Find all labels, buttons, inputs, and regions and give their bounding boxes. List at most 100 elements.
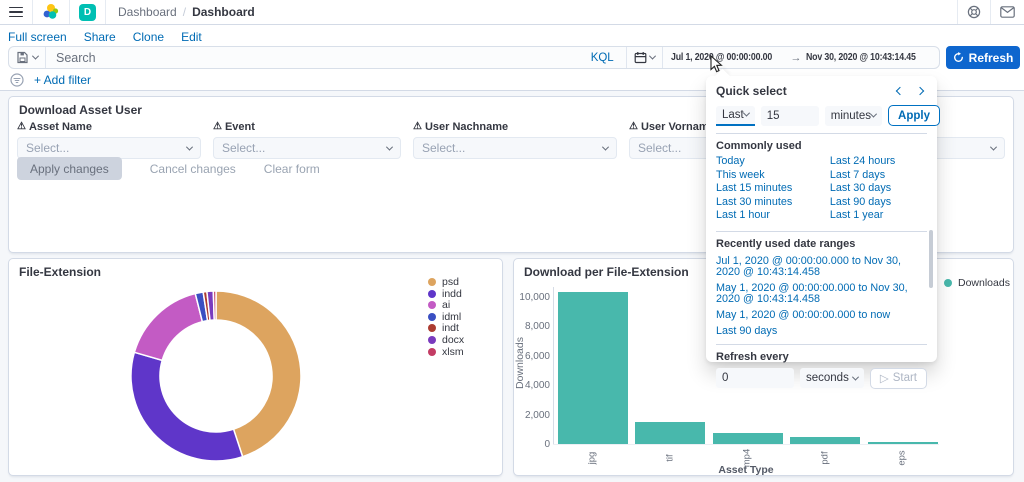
y-tick-label: 8,000 xyxy=(512,321,550,332)
legend-dot xyxy=(428,301,436,309)
legend-dot xyxy=(944,279,952,287)
chevron-down-icon xyxy=(649,53,656,60)
arrow-right-icon: → xyxy=(791,52,802,64)
date-range-display[interactable]: Jul 1, 2020 @ 00:00:00.00 → Nov 30, 2020… xyxy=(662,47,939,68)
bar-tif[interactable] xyxy=(635,422,705,444)
recently-used-links: Jul 1, 2020 @ 00:00:00.000 to Nov 30, 20… xyxy=(716,256,916,337)
bar-pdf[interactable] xyxy=(790,437,860,444)
commonly-used-last-1-hour[interactable]: Last 1 hour xyxy=(716,210,824,224)
amount-input[interactable] xyxy=(761,106,819,126)
refresh-button[interactable]: Refresh xyxy=(946,46,1020,69)
commonly-used-links: Today This week Last 15 minutes Last 30 … xyxy=(716,156,927,224)
logo-section[interactable] xyxy=(33,0,70,24)
help-button[interactable] xyxy=(957,0,990,24)
search-placeholder: Search xyxy=(56,51,96,65)
commonly-used-last-7-days[interactable]: Last 7 days xyxy=(830,170,927,184)
legend-item-idml[interactable]: idml xyxy=(428,313,464,321)
dashboard-toolbar: Full screen Share Clone Edit xyxy=(0,28,202,46)
saved-query-icon xyxy=(16,51,29,64)
legend-item-docx[interactable]: docx xyxy=(428,336,464,344)
share-button[interactable]: Share xyxy=(84,30,116,44)
popup-scrollbar[interactable] xyxy=(929,230,933,288)
y-axis-title: Downloads xyxy=(514,333,526,393)
event-select[interactable]: Select... xyxy=(213,137,401,159)
date-start[interactable]: Jul 1, 2020 @ 00:00:00.00 xyxy=(671,52,772,63)
commonly-used-last-15-minutes[interactable]: Last 15 minutes xyxy=(716,183,824,197)
kql-language-button[interactable]: KQL xyxy=(591,52,616,64)
recent-range-3[interactable]: May 1, 2020 @ 00:00:00.000 to now xyxy=(716,310,916,321)
refresh-every-title: Refresh every xyxy=(716,351,927,363)
quick-apply-button[interactable]: Apply xyxy=(888,105,940,126)
bar-eps[interactable] xyxy=(868,442,938,444)
chevron-down-icon xyxy=(602,143,609,150)
chevron-down-icon xyxy=(186,143,193,150)
commonly-used-last-30-minutes[interactable]: Last 30 minutes xyxy=(716,197,824,211)
tense-select[interactable]: Last xyxy=(716,106,755,126)
space-avatar[interactable]: D xyxy=(79,4,96,21)
filter-options-icon[interactable] xyxy=(10,73,24,87)
commonly-used-this-week[interactable]: This week xyxy=(716,170,824,184)
asset-name-select[interactable]: Select... xyxy=(17,137,201,159)
edit-button[interactable]: Edit xyxy=(181,30,202,44)
refresh-label: Refresh xyxy=(969,51,1014,65)
bar-jpg[interactable] xyxy=(558,292,628,444)
date-quick-select-button[interactable] xyxy=(626,47,662,68)
commonly-used-last-30-days[interactable]: Last 30 days xyxy=(830,183,927,197)
legend-dot xyxy=(428,290,436,298)
commonly-used-today[interactable]: Today xyxy=(716,156,824,170)
commonly-used-last-90-days[interactable]: Last 90 days xyxy=(830,197,927,211)
bar-mp4[interactable] xyxy=(713,433,783,444)
commonly-used-last-24-hours[interactable]: Last 24 hours xyxy=(830,156,927,170)
start-refresh-button[interactable]: ▷Start xyxy=(870,368,927,389)
header-right xyxy=(957,0,1024,24)
refresh-unit-select[interactable]: seconds xyxy=(800,368,864,388)
recent-range-4[interactable]: Last 90 days xyxy=(716,326,916,337)
saved-query-menu-button[interactable] xyxy=(9,47,46,68)
date-picker-popup: Quick select Last minutes Apply Commonly… xyxy=(706,76,937,362)
help-lifebuoy-icon xyxy=(967,5,981,19)
apply-changes-button[interactable]: Apply changes xyxy=(17,157,122,180)
donut-slice-indd[interactable] xyxy=(131,352,243,461)
donut-slice-xlsm[interactable] xyxy=(213,291,216,320)
divider xyxy=(716,231,927,232)
legend-dot xyxy=(428,336,436,344)
recent-range-2[interactable]: May 1, 2020 @ 00:00:00.000 to Nov 30, 20… xyxy=(716,283,916,305)
warning-icon: ⚠ xyxy=(413,122,422,132)
commonly-used-title: Commonly used xyxy=(716,140,927,152)
menu-button[interactable] xyxy=(0,0,33,24)
hamburger-icon[interactable] xyxy=(9,7,23,18)
legend-item-xlsm[interactable]: xlsm xyxy=(428,348,464,356)
commonly-used-last-1-year[interactable]: Last 1 year xyxy=(830,210,927,224)
field-asset-name: ⚠Asset Name Select... xyxy=(17,119,201,159)
legend-item-indd[interactable]: indd xyxy=(428,290,464,298)
x-axis-title: Asset Type xyxy=(718,464,773,476)
legend-item-indt[interactable]: indt xyxy=(428,324,464,332)
quick-select-controls: Last minutes Apply xyxy=(716,105,927,126)
app-header: D Dashboard / Dashboard xyxy=(0,0,1024,25)
add-filter-button[interactable]: + Add filter xyxy=(34,73,91,87)
date-end[interactable]: Nov 30, 2020 @ 10:43:14.45 xyxy=(806,52,916,63)
next-time-window-icon[interactable] xyxy=(916,87,924,95)
legend-item-ai[interactable]: ai xyxy=(428,301,464,309)
field-user-nachname: ⚠User Nachname Select... xyxy=(413,119,617,159)
donut-chart[interactable] xyxy=(128,288,304,464)
search-input[interactable]: Search KQL xyxy=(46,47,626,68)
refresh-interval-input[interactable] xyxy=(716,368,794,388)
recent-range-1[interactable]: Jul 1, 2020 @ 00:00:00.000 to Nov 30, 20… xyxy=(716,256,916,278)
clear-form-button[interactable]: Clear form xyxy=(264,162,320,176)
quick-select-title: Quick select xyxy=(716,84,897,98)
legend-item-psd[interactable]: psd xyxy=(428,278,464,286)
previous-time-window-icon[interactable] xyxy=(896,87,904,95)
unit-select[interactable]: minutes xyxy=(825,106,882,126)
form-buttons: Apply changes Cancel changes Clear form xyxy=(17,157,320,180)
donut-slice-ai[interactable] xyxy=(134,294,202,361)
full-screen-button[interactable]: Full screen xyxy=(8,30,67,44)
newsfeed-button[interactable] xyxy=(990,0,1024,24)
clone-button[interactable]: Clone xyxy=(133,30,164,44)
space-selector[interactable]: D xyxy=(70,0,106,24)
cancel-changes-button[interactable]: Cancel changes xyxy=(150,162,236,176)
bar-legend-item[interactable]: Downloads xyxy=(944,279,1010,287)
breadcrumb-section[interactable]: Dashboard xyxy=(118,5,177,19)
user-nachname-select[interactable]: Select... xyxy=(413,137,617,159)
y-tick-label: 2,000 xyxy=(512,410,550,421)
